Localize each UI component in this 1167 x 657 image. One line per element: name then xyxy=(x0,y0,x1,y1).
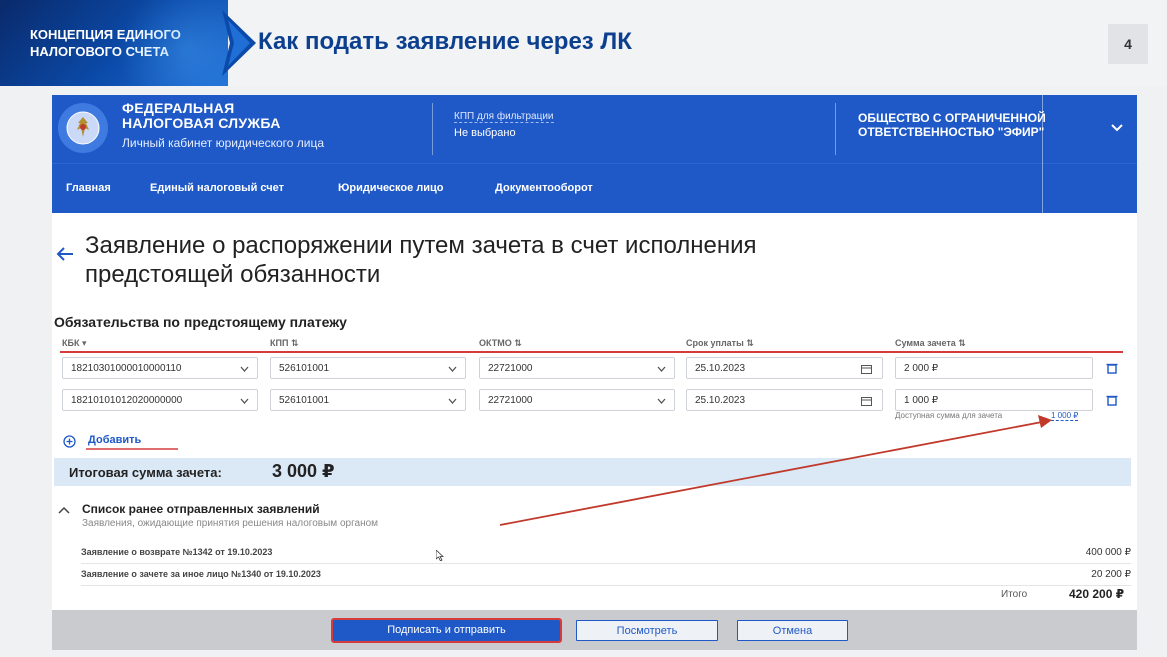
brand-line-1: КОНЦЕПЦИЯ ЕДИНОГО xyxy=(30,27,181,42)
app-topbar: ФЕДЕРАЛЬНАЯ НАЛОГОВАЯ СЛУЖБА Личный каби… xyxy=(52,95,1137,163)
previous-applications-subtitle: Заявления, ожидающие принятия решения на… xyxy=(82,518,379,529)
nav-item-documents[interactable]: Документооборот xyxy=(495,182,593,194)
nav-item-legal-entity[interactable]: Юридическое лицо xyxy=(338,182,444,194)
column-header-due-date-label: Срок уплаты xyxy=(686,338,744,348)
chevron-down-icon[interactable] xyxy=(1110,123,1124,133)
chevron-down-icon xyxy=(448,398,457,404)
kbk-select[interactable]: 18210301000010000110 xyxy=(62,357,258,379)
application-name: Заявление о зачете за иное лицо №1340 от… xyxy=(81,569,321,579)
column-header-due-date[interactable]: Срок уплаты ⇅ xyxy=(686,338,754,349)
kbk-value: 18210301000010000110 xyxy=(71,363,182,374)
kpp-value: 526101001 xyxy=(279,395,330,406)
page-number: 4 xyxy=(1108,24,1148,64)
org-name-line-1: ОБЩЕСТВО С ОГРАНИЧЕННОЙ xyxy=(858,111,1046,125)
section-title: Обязательства по предстоящему платежу xyxy=(54,314,347,330)
add-highlight-line xyxy=(86,448,178,450)
org-name-line-2: ОТВЕТСТВЕННОСТЬЮ "ЭФИР" xyxy=(858,125,1045,139)
organization-name[interactable]: ОБЩЕСТВО С ОГРАНИЧЕННОЙ ОТВЕТСТВЕННОСТЬЮ… xyxy=(858,111,1046,139)
oktmo-select[interactable]: 22721000 xyxy=(479,357,675,379)
grand-total-value: 420 200 ₽ xyxy=(1069,587,1125,601)
cabinet-subtitle: Личный кабинет юридического лица xyxy=(122,136,325,150)
kbk-value: 18210101012020000000 xyxy=(71,395,183,406)
delete-row-icon[interactable] xyxy=(1106,394,1118,406)
kpp-filter-label[interactable]: КПП для фильтрации xyxy=(454,111,554,123)
sign-and-send-button[interactable]: Подписать и отправить xyxy=(331,618,562,643)
chevron-down-icon xyxy=(657,398,666,404)
fns-emblem-icon[interactable] xyxy=(58,103,108,153)
brand-line-2: НАЛОГОВОГО СЧЕТА xyxy=(30,44,169,59)
chevron-down-icon xyxy=(240,366,249,372)
preview-button[interactable]: Посмотреть xyxy=(576,620,718,641)
oktmo-select[interactable]: 22721000 xyxy=(479,389,675,411)
nav-item-home[interactable]: Главная xyxy=(66,182,111,194)
nav-item-ens[interactable]: Единый налоговый счет xyxy=(150,182,284,194)
application-name: Заявление о возврате №1342 от 19.10.2023 xyxy=(81,547,273,557)
total-sum-label: Итоговая сумма зачета: xyxy=(69,465,222,480)
column-header-oktmo-label: ОКТМО xyxy=(479,338,512,348)
chevron-down-icon xyxy=(448,366,457,372)
chevron-down-icon xyxy=(240,398,249,404)
page-heading: Заявление о распоряжении путем зачета в … xyxy=(85,231,1045,289)
total-sum-value: 3 000 ₽ xyxy=(272,461,335,481)
slide-brand-block: КОНЦЕПЦИЯ ЕДИНОГО НАЛОГОВОГО СЧЕТА xyxy=(0,0,228,86)
available-sum-label: Доступная сумма для зачета xyxy=(895,411,1003,420)
delete-row-icon[interactable] xyxy=(1106,362,1118,374)
due-date-value: 25.10.2023 xyxy=(695,395,746,406)
application-amount: 20 200 ₽ xyxy=(1091,569,1131,580)
sum-value: 1 000 ₽ xyxy=(904,395,939,406)
slide-title: Как подать заявление через ЛК xyxy=(258,28,632,55)
kpp-value: 526101001 xyxy=(279,363,330,374)
column-header-sum-label: Сумма зачета xyxy=(895,338,956,348)
action-footer: Подписать и отправить Посмотреть Отмена xyxy=(52,610,1137,650)
cancel-button[interactable]: Отмена xyxy=(737,620,848,641)
app-window: ФЕДЕРАЛЬНАЯ НАЛОГОВАЯ СЛУЖБА Личный каби… xyxy=(52,95,1137,650)
grand-total-label: Итого xyxy=(1001,589,1028,600)
kpp-filter-value[interactable]: Не выбрано xyxy=(454,127,516,139)
fns-name-line-2: НАЛОГОВАЯ СЛУЖБА xyxy=(122,115,281,131)
sum-input[interactable]: 2 000 ₽ xyxy=(895,357,1093,379)
kbk-select[interactable]: 18210101012020000000 xyxy=(62,389,258,411)
header-divider xyxy=(835,103,836,155)
list-item[interactable]: Заявление о зачете за иное лицо №1340 от… xyxy=(81,564,1131,586)
oktmo-value: 22721000 xyxy=(488,395,533,406)
slide-header: КОНЦЕПЦИЯ ЕДИНОГО НАЛОГОВОГО СЧЕТА Как п… xyxy=(0,0,1167,86)
fns-name-line-1: ФЕДЕРАЛЬНАЯ xyxy=(122,100,235,116)
oktmo-value: 22721000 xyxy=(488,363,533,374)
header-highlight-line xyxy=(60,351,1123,353)
add-row-link[interactable]: Добавить xyxy=(88,434,141,446)
column-header-kpp-label: КПП xyxy=(270,338,289,348)
chevron-decoration-icon xyxy=(222,10,256,76)
list-item[interactable]: Заявление о возврате №1342 от 19.10.2023… xyxy=(81,542,1131,564)
overlay-line xyxy=(1042,95,1043,213)
due-date-input[interactable]: 25.10.2023 xyxy=(686,389,883,411)
chevron-down-icon xyxy=(657,366,666,372)
header-divider xyxy=(432,103,433,155)
due-date-value: 25.10.2023 xyxy=(695,363,746,374)
total-sum-bar: Итоговая сумма зачета: 3 000 ₽ xyxy=(54,458,1131,486)
column-header-kbk-label: КБК xyxy=(62,338,80,348)
calendar-icon[interactable] xyxy=(861,364,872,374)
main-nav: Главная Единый налоговый счет Юридическо… xyxy=(52,163,1137,213)
slide-brand-text: КОНЦЕПЦИЯ ЕДИНОГО НАЛОГОВОГО СЧЕТА xyxy=(30,26,181,60)
add-circle-icon[interactable] xyxy=(63,435,76,448)
column-header-sum[interactable]: Сумма зачета ⇅ xyxy=(895,338,966,349)
chevron-up-icon[interactable] xyxy=(58,506,70,514)
column-header-oktmo[interactable]: ОКТМО ⇅ xyxy=(479,338,522,349)
due-date-input[interactable]: 25.10.2023 xyxy=(686,357,883,379)
kpp-select[interactable]: 526101001 xyxy=(270,357,466,379)
kpp-select[interactable]: 526101001 xyxy=(270,389,466,411)
available-sum-value[interactable]: 1 000 ₽ xyxy=(1051,411,1079,421)
sum-input[interactable]: 1 000 ₽ xyxy=(895,389,1093,411)
sum-value: 2 000 ₽ xyxy=(904,363,939,374)
back-arrow-icon[interactable] xyxy=(56,247,74,261)
page-heading-line-2: предстоящей обязанности xyxy=(85,261,381,288)
previous-applications-title[interactable]: Список ранее отправленных заявлений xyxy=(82,502,320,516)
application-amount: 400 000 ₽ xyxy=(1085,547,1131,558)
fns-name: ФЕДЕРАЛЬНАЯ НАЛОГОВАЯ СЛУЖБА xyxy=(122,101,281,131)
column-header-kpp[interactable]: КПП ⇅ xyxy=(270,338,298,349)
column-header-kbk[interactable]: КБК ▾ xyxy=(62,338,87,349)
calendar-icon[interactable] xyxy=(861,396,872,406)
page-heading-line-1: Заявление о распоряжении путем зачета в … xyxy=(85,232,757,259)
mouse-cursor-icon xyxy=(436,550,444,561)
